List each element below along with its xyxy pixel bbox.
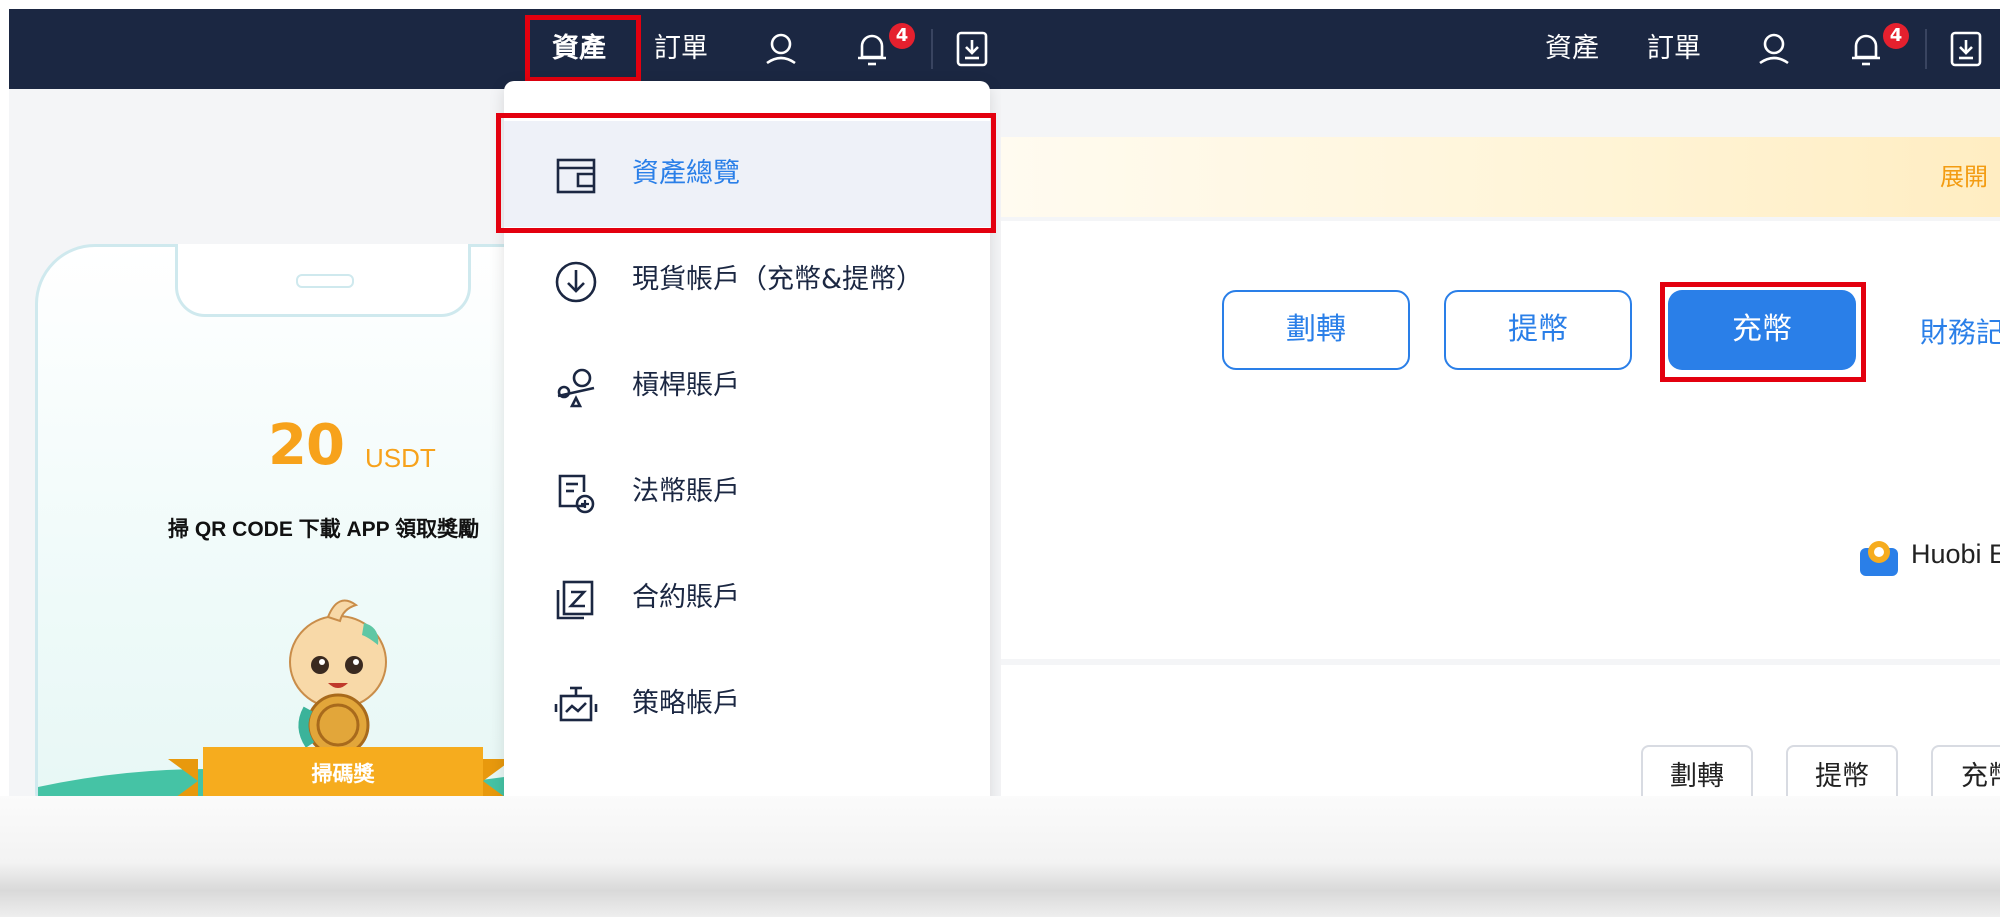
huobi-brand-text: Huobi E: [1911, 539, 2000, 569]
menu-item-label: 法幣賬戶: [632, 476, 740, 507]
menu-item-fiat-account[interactable]: 法幣賬戶: [504, 439, 990, 545]
notice-expand-link[interactable]: 展開: [1940, 137, 2000, 217]
fiat-document-icon: [554, 472, 598, 516]
menu-item-label: 合約賬戶: [632, 582, 740, 613]
menu-item-contract-account[interactable]: 合約賬戶: [504, 545, 990, 651]
finance-records-link[interactable]: 財務記錄: [1920, 311, 2000, 351]
user-icon[interactable]: [1754, 29, 1794, 69]
right-screenshot-panel: 資產 訂單 4 展開 劃轉 提幣 充幣 財務記錄 Huobi E 劃轉 提幣 充…: [1001, 9, 2000, 796]
withdraw-button[interactable]: 提幣: [1444, 290, 1632, 370]
user-icon[interactable]: [761, 29, 801, 69]
promo-subtitle: 掃 QR CODE 下載 APP 領取獎勵: [168, 518, 480, 541]
bell-icon[interactable]: [1846, 27, 1886, 71]
nav-orders[interactable]: 訂單: [654, 9, 708, 89]
transfer-button[interactable]: 劃轉: [1222, 290, 1410, 370]
menu-item-label: 策略帳戶: [632, 688, 740, 719]
download-app-icon[interactable]: [955, 30, 989, 68]
account-list-card: 劃轉 提幣 充幣: [1001, 665, 2000, 796]
menu-item-label: 現貨帳戶（充幣&提幣）: [632, 264, 924, 295]
menu-item-strategy-account[interactable]: 策略帳戶: [504, 651, 990, 757]
download-circle-icon: [554, 260, 598, 304]
menu-item-spot-account[interactable]: 現貨帳戶（充幣&提幣）: [504, 227, 990, 333]
left-screenshot-panel: 資產 訂單 4 20 USDT 掃 QR CODE 下載 APP 領取獎勵 掃碼…: [9, 9, 1001, 796]
bottom-blank-area: [0, 796, 2000, 917]
download-app-icon[interactable]: [1949, 30, 1983, 68]
bell-icon[interactable]: [852, 27, 892, 71]
phone-speaker: [296, 274, 354, 288]
leverage-icon: [554, 366, 598, 410]
transfer-small-button[interactable]: 劃轉: [1641, 745, 1753, 796]
mascot-illustration: [289, 599, 387, 757]
notification-badge: 4: [1883, 23, 1909, 49]
account-summary-card: 劃轉 提幣 充幣 財務記錄 Huobi E: [1001, 221, 2000, 659]
nav-orders[interactable]: 訂單: [1647, 9, 1701, 89]
notification-badge: 4: [889, 23, 915, 49]
nav-assets[interactable]: 資產: [552, 9, 606, 89]
promo-unit: USDT: [365, 443, 436, 473]
menu-item-label: 槓桿賬戶: [632, 370, 740, 401]
withdraw-small-button[interactable]: 提幣: [1786, 745, 1898, 796]
contract-icon: [554, 578, 598, 622]
highlight-box-assets-overview: [496, 113, 996, 233]
phone-notch: [175, 244, 471, 317]
notice-banner: 展開: [1001, 137, 2000, 217]
nav-divider: [1925, 29, 1927, 69]
ribbon-tail-left: [168, 759, 198, 796]
promo-ribbon: 掃碼獎: [203, 747, 483, 796]
highlight-box-deposit: [1660, 282, 1866, 382]
deposit-small-button[interactable]: 充幣: [1931, 745, 2000, 796]
huobi-wallet-icon: [1858, 538, 1900, 578]
strategy-bot-icon: [554, 684, 598, 728]
promo-amount: 20: [268, 413, 345, 478]
nav-assets[interactable]: 資產: [1545, 9, 1599, 89]
menu-item-margin-account[interactable]: 槓桿賬戶: [504, 333, 990, 439]
nav-divider: [931, 29, 933, 69]
